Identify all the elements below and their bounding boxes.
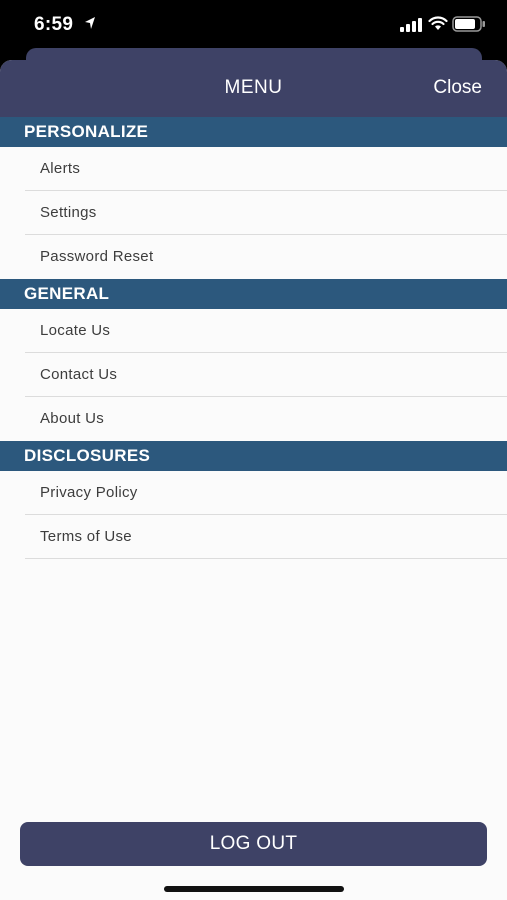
- menu-title: MENU: [224, 77, 283, 98]
- section-header-personalize: PERSONALIZE: [0, 117, 507, 147]
- menu-sheet: MENU Close PERSONALIZE Alerts Settings P…: [0, 60, 507, 900]
- menu-item-password-reset[interactable]: Password Reset: [25, 235, 507, 279]
- section-header-disclosures: DISCLOSURES: [0, 441, 507, 471]
- menu-header: MENU Close: [0, 60, 507, 117]
- status-time: 6:59: [34, 14, 74, 35]
- status-bar: 6:59: [0, 0, 507, 50]
- menu-item-terms-of-use[interactable]: Terms of Use: [25, 515, 507, 559]
- menu-item-about-us[interactable]: About Us: [25, 397, 507, 441]
- section-header-general: GENERAL: [0, 279, 507, 309]
- close-button[interactable]: Close: [433, 77, 482, 99]
- menu-item-contact-us[interactable]: Contact Us: [25, 353, 507, 397]
- home-indicator: [164, 886, 344, 892]
- location-arrow-icon: [85, 17, 95, 29]
- wifi-icon: [428, 16, 448, 30]
- menu-item-alerts[interactable]: Alerts: [25, 147, 507, 191]
- menu-item-locate-us[interactable]: Locate Us: [25, 309, 507, 353]
- menu-item-privacy-policy[interactable]: Privacy Policy: [25, 471, 507, 515]
- cellular-signal-icon: [400, 18, 422, 32]
- battery-icon: [452, 16, 485, 32]
- menu-item-settings[interactable]: Settings: [25, 191, 507, 235]
- logout-button[interactable]: LOG OUT: [20, 822, 487, 866]
